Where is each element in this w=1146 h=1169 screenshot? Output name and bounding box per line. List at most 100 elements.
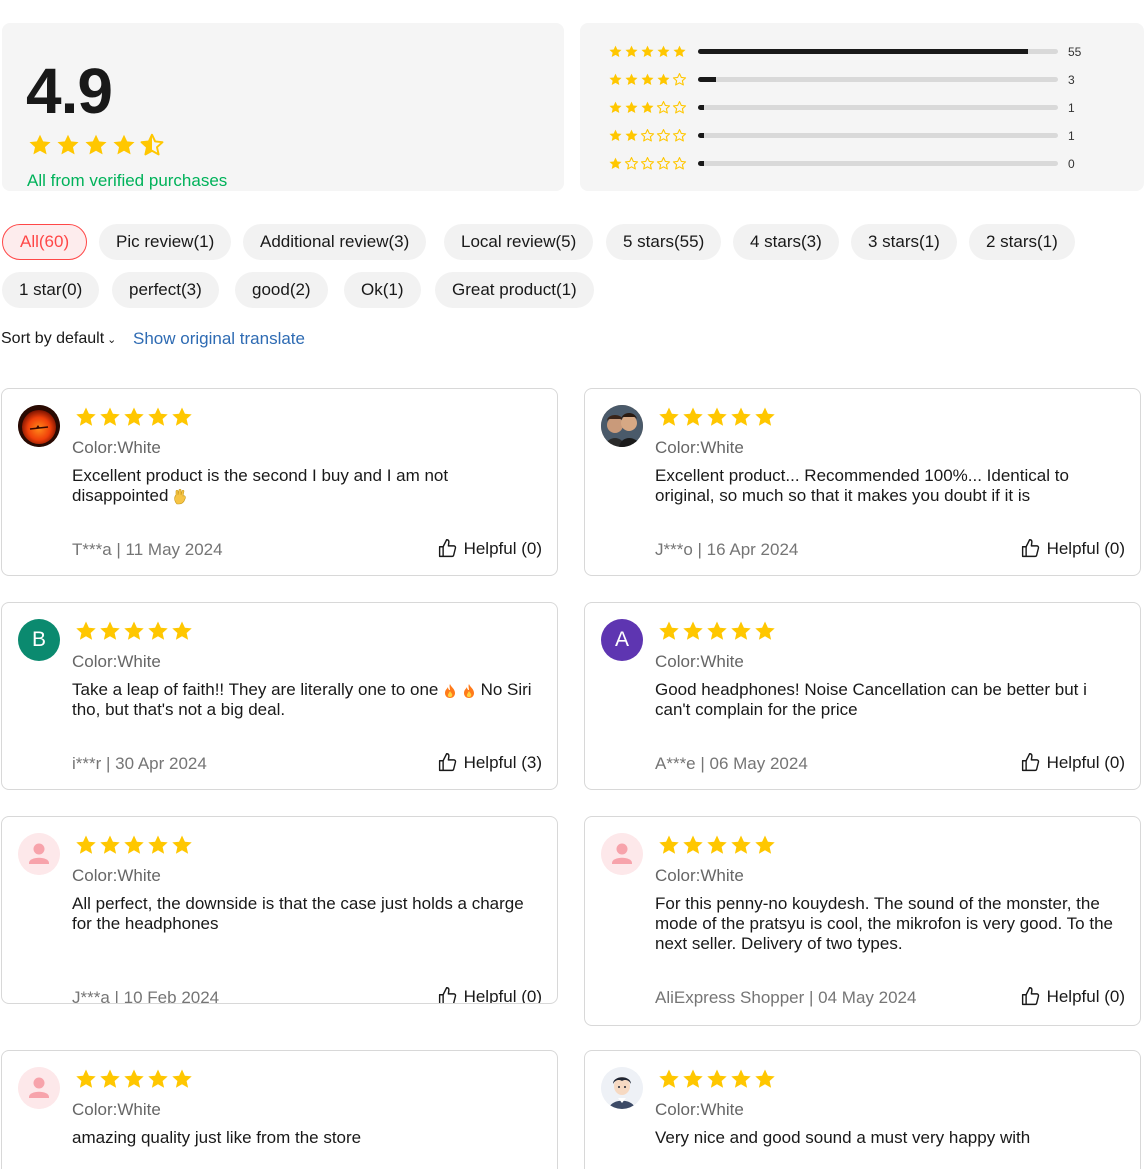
review-author-date: J***o | 16 Apr 2024 bbox=[655, 540, 799, 559]
breakdown-bar-fill bbox=[698, 77, 716, 82]
filter-chip-pic-review[interactable]: Pic review(1) bbox=[99, 224, 232, 260]
star-rating-3 bbox=[608, 100, 687, 115]
helpful-label: Helpful (0) bbox=[1046, 752, 1125, 772]
breakdown-bar-fill bbox=[698, 105, 705, 110]
review-stars bbox=[74, 405, 194, 429]
star-icon bbox=[27, 132, 53, 158]
filter-chip-ok[interactable]: Ok(1) bbox=[344, 272, 421, 308]
star-icon bbox=[624, 128, 639, 143]
review-text: Excellent product is the second I buy an… bbox=[72, 466, 542, 506]
star-icon bbox=[170, 619, 194, 643]
filter-chip-good[interactable]: good(2) bbox=[235, 272, 328, 308]
review-card: Color:White For this penny-no kouydesh. … bbox=[584, 816, 1141, 1026]
star-icon bbox=[122, 833, 146, 857]
helpful-button[interactable]: Helpful (0) bbox=[1020, 752, 1125, 773]
star-icon bbox=[705, 619, 729, 643]
review-text: Very nice and good sound a must very hap… bbox=[655, 1128, 1031, 1147]
fire-emoji-icon bbox=[462, 683, 476, 699]
breakdown-row-5[interactable]: 55 bbox=[608, 42, 1128, 62]
filter-chip-all[interactable]: All(60) bbox=[2, 224, 88, 260]
avatar: A bbox=[601, 619, 643, 661]
star-icon bbox=[672, 44, 687, 59]
filter-chip-1-star[interactable]: 1 star(0) bbox=[2, 272, 100, 308]
review-author-date: AliExpress Shopper | 04 May 2024 bbox=[655, 988, 917, 1007]
breakdown-count: 0 bbox=[1068, 157, 1075, 171]
cartoon-user-avatar-icon bbox=[601, 1067, 643, 1109]
filter-chip-2-stars[interactable]: 2 stars(1) bbox=[969, 224, 1075, 260]
thumbs-up-icon bbox=[1020, 752, 1041, 773]
star-icon bbox=[753, 1067, 777, 1091]
star-icon bbox=[729, 833, 753, 857]
helpful-button[interactable]: Helpful (0) bbox=[437, 538, 542, 559]
breakdown-row-1[interactable]: 0 bbox=[608, 154, 1128, 174]
review-text: All perfect, the downside is that the ca… bbox=[72, 894, 524, 933]
review-card: Color:White Excellent product... Recomme… bbox=[584, 388, 1141, 576]
star-icon bbox=[681, 619, 705, 643]
helpful-button[interactable]: Helpful (0) bbox=[1020, 986, 1125, 1007]
review-text-content: Take a leap of faith!! They are literall… bbox=[72, 680, 439, 699]
filter-chip-3-stars[interactable]: 3 stars(1) bbox=[851, 224, 957, 260]
filter-chip-additional-review[interactable]: Additional review(3) bbox=[243, 224, 427, 260]
breakdown-bar-track bbox=[698, 105, 1058, 110]
breakdown-bar-track bbox=[698, 161, 1058, 166]
review-card: Color:White Very nice and good sound a m… bbox=[584, 1050, 1141, 1169]
star-icon bbox=[98, 619, 122, 643]
review-author-date: i***r | 30 Apr 2024 bbox=[72, 754, 207, 773]
fire-emoji-icon bbox=[443, 683, 457, 699]
sort-label: Sort by default bbox=[1, 330, 105, 347]
show-original-link[interactable]: Show original translate bbox=[133, 329, 305, 349]
avatar-letter: A bbox=[614, 628, 629, 651]
star-icon bbox=[729, 405, 753, 429]
star-icon bbox=[122, 619, 146, 643]
product-variant: Color:White bbox=[655, 1100, 744, 1119]
star-icon bbox=[170, 833, 194, 857]
star-icon bbox=[83, 132, 109, 158]
review-author-date: J***a | 10 Feb 2024 bbox=[72, 988, 220, 1004]
star-icon bbox=[170, 1067, 194, 1091]
review-text: Good headphones! Noise Cancellation can … bbox=[655, 680, 1087, 719]
breakdown-count: 55 bbox=[1068, 45, 1082, 59]
thumbs-up-icon bbox=[437, 752, 458, 773]
review-author-date: T***a | 11 May 2024 bbox=[72, 540, 223, 559]
star-rating-1 bbox=[608, 156, 687, 171]
review-card: B Color:White Take a leap of faith!! The… bbox=[1, 602, 558, 790]
star-icon bbox=[753, 619, 777, 643]
star-icon bbox=[74, 405, 98, 429]
breakdown-row-2[interactable]: 1 bbox=[608, 126, 1128, 146]
avatar-letter: B bbox=[31, 628, 46, 651]
review-card: Color:White amazing quality just like fr… bbox=[1, 1050, 558, 1169]
review-card: Color:White Excellent product is the sec… bbox=[1, 388, 558, 576]
star-icon bbox=[657, 619, 681, 643]
filter-chip-perfect[interactable]: perfect(3) bbox=[112, 272, 219, 308]
star-icon bbox=[705, 1067, 729, 1091]
helpful-button[interactable]: Helpful (0) bbox=[1020, 538, 1125, 559]
star-icon bbox=[74, 1067, 98, 1091]
star-icon bbox=[657, 833, 681, 857]
review-stars bbox=[74, 619, 194, 643]
breakdown-bar-fill bbox=[698, 133, 705, 138]
product-variant: Color:White bbox=[655, 652, 744, 671]
sort-dropdown[interactable]: Sort by default ⌄ bbox=[1, 330, 116, 348]
review-text: Take a leap of faith!! They are literall… bbox=[72, 680, 542, 720]
avatar bbox=[601, 405, 643, 447]
helpful-button[interactable]: Helpful (0) bbox=[437, 986, 542, 1003]
star-icon bbox=[624, 72, 639, 87]
thumbs-up-icon bbox=[1020, 986, 1041, 1007]
review-text: For this penny-no kouydesh. The sound of… bbox=[655, 894, 1113, 953]
review-stars bbox=[74, 1067, 194, 1091]
review-card: Color:White All perfect, the downside is… bbox=[1, 816, 558, 1004]
filter-chip-5-stars[interactable]: 5 stars(55) bbox=[606, 224, 722, 260]
star-icon bbox=[146, 619, 170, 643]
breakdown-row-4[interactable]: 3 bbox=[608, 70, 1128, 90]
star-outline-icon bbox=[656, 100, 671, 115]
product-variant: Color:White bbox=[72, 652, 161, 671]
star-icon bbox=[640, 72, 655, 87]
filter-chip-local-review[interactable]: Local review(5) bbox=[444, 224, 594, 260]
helpful-button[interactable]: Helpful (3) bbox=[437, 752, 542, 773]
star-icon bbox=[55, 132, 81, 158]
review-stars bbox=[657, 833, 777, 857]
star-icon bbox=[608, 128, 623, 143]
breakdown-row-3[interactable]: 1 bbox=[608, 98, 1128, 118]
filter-chip-great-product[interactable]: Great product(1) bbox=[435, 272, 594, 308]
filter-chip-4-stars[interactable]: 4 stars(3) bbox=[733, 224, 839, 260]
